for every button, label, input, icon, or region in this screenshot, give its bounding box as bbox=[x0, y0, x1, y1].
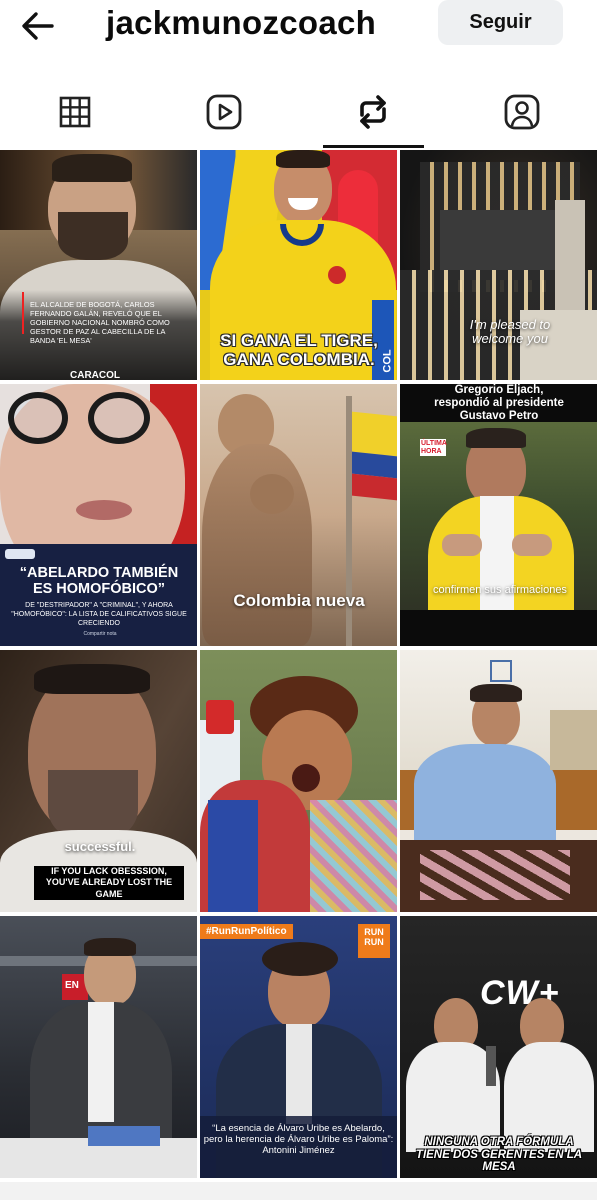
profile-tabs bbox=[0, 76, 597, 148]
post-tile[interactable] bbox=[400, 650, 597, 912]
post-tile[interactable]: Gregorio Eljach, respondió al presidente… bbox=[400, 384, 597, 646]
post-subcaption: DE "DESTRIPADOR" A "CRIMINAL", Y AHORA "… bbox=[11, 602, 187, 627]
post-tile[interactable]: EL ALCALDE DE BOGOTÁ, CARLOS FERNANDO GA… bbox=[0, 150, 197, 380]
brand-label: CARACOL bbox=[70, 370, 120, 380]
back-button[interactable] bbox=[18, 6, 62, 46]
post-headline: Gregorio Eljach, respondió al presidente… bbox=[434, 384, 564, 423]
next-row-peek bbox=[0, 1182, 597, 1200]
reels-icon bbox=[206, 94, 242, 130]
grid-icon bbox=[59, 96, 90, 128]
runrun-logo: RUN RUN bbox=[358, 924, 390, 958]
share-note: Compartir nota bbox=[83, 631, 117, 637]
profile-header: jackmunozcoach Seguir bbox=[0, 0, 597, 55]
post-caption: successful. bbox=[64, 839, 136, 854]
post-tile[interactable]: successful. IF YOU LACK OBESSSION, YOU'V… bbox=[0, 650, 197, 912]
post-tile[interactable]: I'm pleased to welcome you bbox=[400, 150, 597, 380]
post-caption: NINGUNA OTRA FÓRMULA TIENE DOS GERENTES … bbox=[415, 1136, 583, 1174]
post-subcaption: IF YOU LACK OBESSSION, YOU'VE ALREADY LO… bbox=[34, 866, 184, 900]
post-caption: EL ALCALDE DE BOGOTÁ, CARLOS FERNANDO GA… bbox=[30, 300, 170, 346]
post-caption: “ABELARDO TAMBIÉN ES HOMOFÓBICO” bbox=[19, 565, 179, 597]
arrow-left-icon bbox=[22, 12, 54, 40]
profile-username: jackmunozcoach bbox=[106, 4, 377, 41]
tab-reels[interactable] bbox=[149, 76, 298, 148]
post-caption: “La esencia de Álvaro Uribe es Abelardo,… bbox=[203, 1123, 394, 1156]
post-tile[interactable]: COL SI GANA EL TIGRE, GANA COLOMBIA. bbox=[200, 150, 397, 380]
repost-icon bbox=[360, 95, 386, 129]
follow-button[interactable]: Seguir bbox=[438, 0, 563, 45]
post-tile[interactable]: “ABELARDO TAMBIÉN ES HOMOFÓBICO” DE "DES… bbox=[0, 384, 197, 646]
post-caption: SI GANA EL TIGRE, GANA COLOMBIA. bbox=[220, 331, 378, 369]
tagged-person-icon bbox=[504, 94, 540, 130]
hashtag-label: #RunRunPolítico bbox=[200, 924, 293, 939]
post-caption: Colombia nueva bbox=[233, 591, 365, 610]
post-tile[interactable]: Colombia nueva bbox=[200, 384, 397, 646]
tab-tagged[interactable] bbox=[448, 76, 597, 148]
ultima-hora-badge: ÚLTIMA HORA bbox=[420, 439, 447, 457]
post-tile[interactable]: #RunRunPolítico RUN RUN “La esencia de Á… bbox=[200, 916, 397, 1178]
post-caption: I'm pleased to welcome you bbox=[469, 317, 551, 347]
channel-badge: EN bbox=[65, 980, 79, 991]
post-caption: confirmen sus afirmaciones bbox=[433, 584, 567, 596]
tab-grid[interactable] bbox=[0, 76, 149, 148]
post-tile[interactable]: CW+ NINGUNA OTRA FÓRMULA TIENE DOS GEREN… bbox=[400, 916, 597, 1178]
post-tile[interactable]: EN bbox=[0, 916, 197, 1178]
tab-reposts[interactable] bbox=[299, 76, 448, 148]
repost-grid: EL ALCALDE DE BOGOTÁ, CARLOS FERNANDO GA… bbox=[0, 150, 597, 1178]
post-tile[interactable] bbox=[200, 650, 397, 912]
